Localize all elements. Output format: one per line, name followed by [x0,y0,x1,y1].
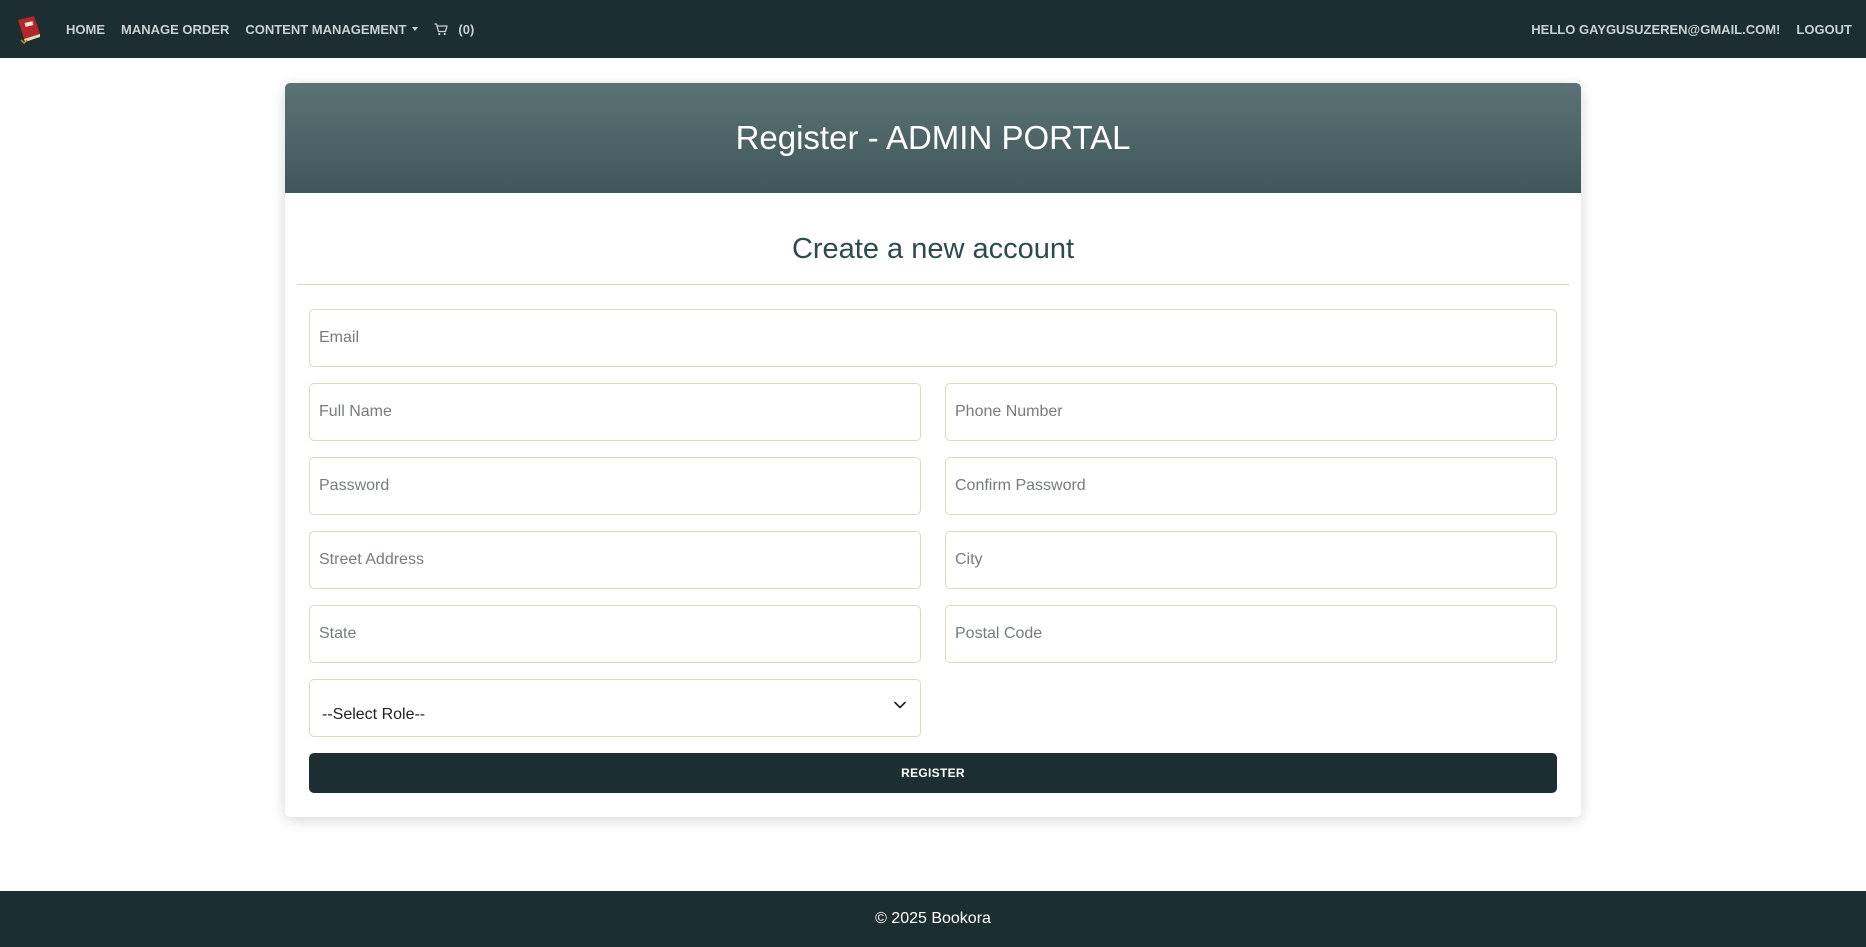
nav-manage-order-label: MANAGE ORDER [121,21,230,37]
footer-copyright: © 2025 Bookora [875,910,991,927]
nav-content-management-dropdown[interactable]: CONTENT MANAGEMENT [245,21,419,37]
nav-home-link[interactable]: HOME [66,22,105,37]
card-header: Register - ADMIN PORTAL [285,83,1581,193]
register-card: Register - ADMIN PORTAL Create a new acc… [285,83,1581,817]
caret-down-icon [412,27,419,31]
top-navbar: HOME MANAGE ORDER CONTENT MANAGEMENT (0)… [0,0,1866,58]
state-input[interactable] [309,605,921,663]
full-name-input[interactable] [309,383,921,441]
postal-code-input[interactable] [945,605,1557,663]
book-logo-icon[interactable] [14,14,42,45]
user-greeting-label: HELLO GAYGUSUZEREN@GMAIL.COM! [1531,21,1781,37]
nav-manage-order-link[interactable]: MANAGE ORDER [121,22,229,37]
phone-number-input[interactable] [945,383,1557,441]
nav-home-label: HOME [66,21,105,37]
logout-link[interactable]: LOGOUT [1796,22,1852,37]
cart-icon [434,22,449,35]
nav-right-group: HELLO GAYGUSUZEREN@GMAIL.COM! LOGOUT [1515,22,1852,37]
role-select-value: --Select Role-- [322,706,426,723]
confirm-password-input[interactable] [945,457,1557,515]
logout-label: LOGOUT [1796,21,1852,37]
role-select[interactable]: --Select Role-- [309,679,921,737]
divider [297,284,1569,285]
cart-count: (0) [458,21,475,37]
chevron-down-icon [894,701,906,709]
page-title: Register - ADMIN PORTAL [735,119,1131,156]
footer: © 2025 Bookora [0,891,1866,947]
password-input[interactable] [309,457,921,515]
user-greeting-link[interactable]: HELLO GAYGUSUZEREN@GMAIL.COM! [1531,22,1780,37]
email-input[interactable] [309,309,1557,367]
street-address-input[interactable] [309,531,921,589]
city-input[interactable] [945,531,1557,589]
cart-link[interactable]: (0) [434,22,474,37]
form-subtitle: Create a new account [791,233,1075,265]
nav-content-management-label: CONTENT MANAGEMENT [245,21,407,37]
register-button[interactable]: REGISTER [309,753,1557,793]
